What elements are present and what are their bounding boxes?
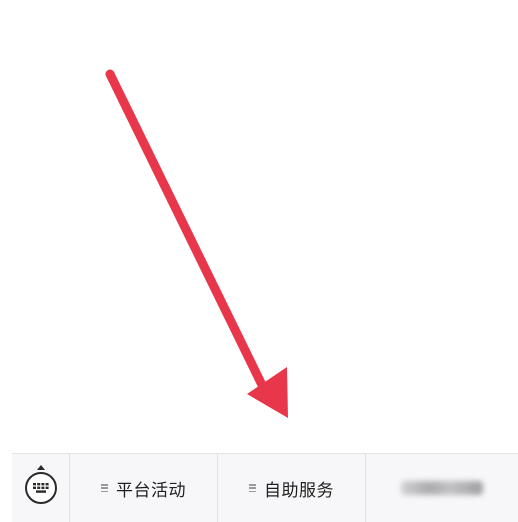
caret-up-icon <box>36 465 45 470</box>
arrow-shaft <box>105 69 267 390</box>
bottom-menu-bar: 平台活动 自助服务 <box>12 453 518 522</box>
menu-lines-icon <box>101 484 108 492</box>
menu-item-self-service[interactable]: 自助服务 <box>218 454 366 522</box>
menu-lines-icon <box>249 484 256 492</box>
menu-item-label: 自助服务 <box>264 480 334 501</box>
keyboard-switch-button[interactable] <box>24 465 57 504</box>
keyboard-icon <box>32 483 49 493</box>
screenshot-page: 平台活动 自助服务 <box>0 0 518 522</box>
annotation-arrow <box>105 69 288 418</box>
menu-item-blurred[interactable] <box>366 454 518 522</box>
keyboard-switch-cell <box>12 454 70 522</box>
blurred-text <box>401 481 483 495</box>
menu-item-label: 平台活动 <box>116 480 186 501</box>
menu-item-platform-activities[interactable]: 平台活动 <box>70 454 218 522</box>
